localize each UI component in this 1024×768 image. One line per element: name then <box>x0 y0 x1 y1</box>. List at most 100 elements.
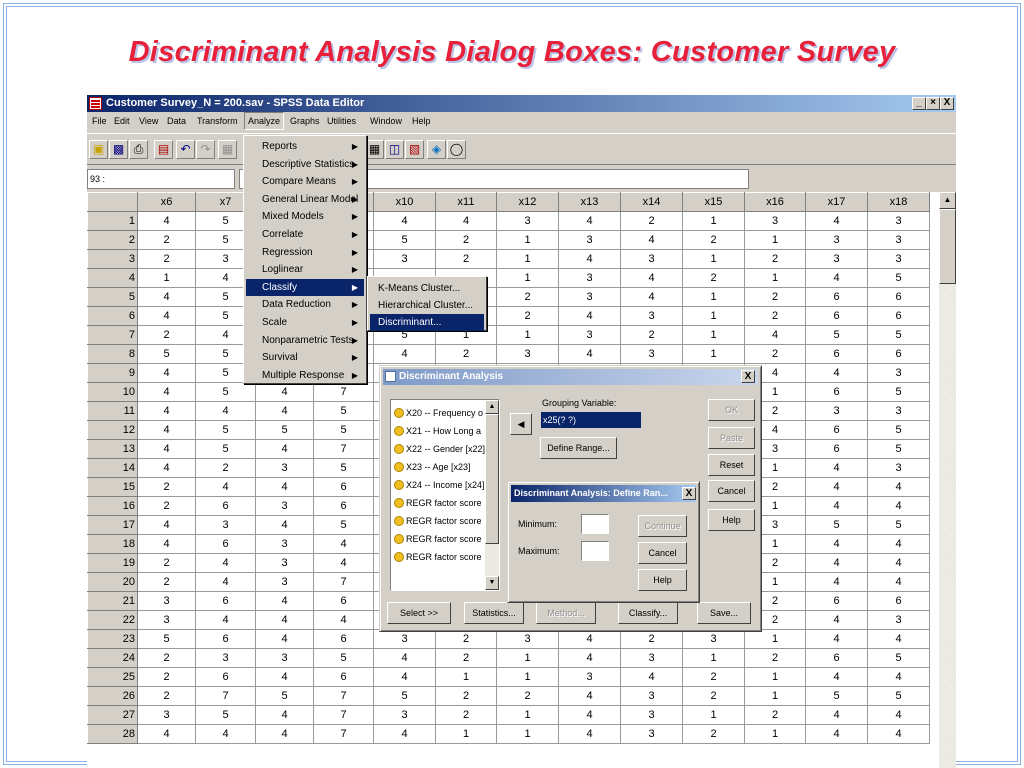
data-cell[interactable]: 4 <box>373 648 436 668</box>
data-cell[interactable]: 3 <box>620 344 683 364</box>
help-button[interactable]: Help <box>708 509 755 531</box>
data-cell[interactable]: 4 <box>373 211 436 231</box>
row-header[interactable]: 12 <box>87 420 138 440</box>
data-cell[interactable]: 4 <box>373 724 436 744</box>
column-header[interactable]: x14 <box>620 192 683 212</box>
window-titlebar[interactable]: Customer Survey_N = 200.sav - SPSS Data … <box>87 95 956 112</box>
data-cell[interactable]: 4 <box>137 401 196 421</box>
data-cell[interactable]: 2 <box>496 287 559 307</box>
data-cell[interactable]: 4 <box>313 553 374 573</box>
row-header[interactable]: 8 <box>87 344 138 364</box>
data-cell[interactable]: 7 <box>313 439 374 459</box>
data-cell[interactable]: 3 <box>867 249 930 269</box>
data-cell[interactable]: 4 <box>867 553 930 573</box>
data-cell[interactable]: 5 <box>313 458 374 478</box>
data-cell[interactable]: 4 <box>805 553 868 573</box>
row-header[interactable]: 7 <box>87 325 138 345</box>
data-cell[interactable]: 4 <box>137 420 196 440</box>
select-button[interactable]: Select >> <box>387 602 451 624</box>
row-header[interactable]: 16 <box>87 496 138 516</box>
data-cell[interactable]: 3 <box>744 211 806 231</box>
scrollbar-thumb[interactable] <box>939 209 956 284</box>
data-cell[interactable]: 6 <box>867 344 930 364</box>
data-cell[interactable]: 3 <box>255 496 314 516</box>
data-cell[interactable]: 2 <box>435 249 497 269</box>
data-cell[interactable]: 4 <box>558 648 621 668</box>
data-cell[interactable]: 1 <box>682 648 745 668</box>
data-cell[interactable]: 4 <box>558 724 621 744</box>
data-cell[interactable]: 3 <box>255 553 314 573</box>
data-cell[interactable]: 2 <box>137 553 196 573</box>
data-cell[interactable]: 5 <box>195 439 256 459</box>
ok-button[interactable]: OK <box>708 399 755 421</box>
data-cell[interactable]: 4 <box>558 629 621 649</box>
maximum-input[interactable] <box>581 541 609 561</box>
menu-item-scale[interactable]: Scale ▶ <box>246 314 364 332</box>
data-cell[interactable]: 1 <box>682 325 745 345</box>
column-header[interactable]: x15 <box>682 192 745 212</box>
data-cell[interactable]: 1 <box>137 268 196 288</box>
data-cell[interactable]: 4 <box>558 686 621 706</box>
data-cell[interactable]: 6 <box>313 496 374 516</box>
row-header[interactable]: 17 <box>87 515 138 535</box>
vertical-scrollbar[interactable]: ▲ <box>939 192 956 768</box>
menu-item-discriminant[interactable]: Discriminant... <box>370 314 484 331</box>
data-cell[interactable]: 4 <box>805 705 868 725</box>
data-cell[interactable]: 3 <box>867 401 930 421</box>
data-cell[interactable]: 1 <box>744 667 806 687</box>
menu-item-compare-means[interactable]: Compare Means ▶ <box>246 173 364 191</box>
data-cell[interactable]: 4 <box>867 572 930 592</box>
undo-icon[interactable]: ↶ <box>176 140 195 159</box>
row-header[interactable]: 26 <box>87 686 138 706</box>
data-cell[interactable]: 4 <box>620 268 683 288</box>
use-sets-icon[interactable]: ◯ <box>447 140 466 159</box>
data-cell[interactable]: 3 <box>255 458 314 478</box>
menu-view[interactable]: View <box>136 112 161 130</box>
data-cell[interactable]: 3 <box>137 705 196 725</box>
data-cell[interactable]: 3 <box>620 249 683 269</box>
row-header[interactable]: 13 <box>87 439 138 459</box>
variable-list-item[interactable]: REGR factor score <box>393 512 489 530</box>
data-cell[interactable]: 2 <box>620 211 683 231</box>
row-header[interactable]: 15 <box>87 477 138 497</box>
menu-item-descriptive-statistics[interactable]: Descriptive Statistics ▶ <box>246 156 364 174</box>
value-labels-icon[interactable]: ◈ <box>427 140 446 159</box>
row-header[interactable]: 27 <box>87 705 138 725</box>
data-cell[interactable]: 5 <box>867 686 930 706</box>
statistics-button[interactable]: Statistics... <box>464 602 524 624</box>
data-cell[interactable]: 6 <box>867 287 930 307</box>
data-cell[interactable]: 3 <box>255 572 314 592</box>
data-cell[interactable]: 5 <box>195 705 256 725</box>
data-cell[interactable]: 4 <box>373 667 436 687</box>
menu-file[interactable]: File <box>89 112 110 130</box>
data-cell[interactable]: 6 <box>805 420 868 440</box>
variable-list[interactable]: ▲ ▼ X20 -- Frequency o X21 -- How Long aX… <box>390 399 500 591</box>
data-cell[interactable]: 1 <box>682 287 745 307</box>
data-cell[interactable]: 3 <box>620 648 683 668</box>
menu-utilities[interactable]: Utilities <box>324 112 359 130</box>
data-cell[interactable]: 2 <box>682 686 745 706</box>
data-cell[interactable]: 4 <box>867 629 930 649</box>
data-cell[interactable]: 6 <box>313 477 374 497</box>
data-cell[interactable]: 5 <box>373 686 436 706</box>
data-cell[interactable]: 4 <box>558 249 621 269</box>
data-cell[interactable]: 4 <box>373 344 436 364</box>
data-cell[interactable]: 2 <box>496 306 559 326</box>
data-cell[interactable]: 4 <box>255 401 314 421</box>
data-cell[interactable]: 2 <box>137 496 196 516</box>
data-cell[interactable]: 2 <box>137 325 196 345</box>
data-cell[interactable]: 4 <box>867 477 930 497</box>
data-cell[interactable]: 3 <box>620 705 683 725</box>
scroll-up-arrow-icon[interactable]: ▲ <box>939 192 956 209</box>
data-cell[interactable]: 2 <box>744 249 806 269</box>
data-cell[interactable]: 1 <box>435 724 497 744</box>
cancel-button[interactable]: Cancel <box>708 480 755 502</box>
data-cell[interactable]: 4 <box>620 667 683 687</box>
data-cell[interactable]: 3 <box>558 287 621 307</box>
dialog-recall-icon[interactable]: ▤ <box>154 140 173 159</box>
data-cell[interactable]: 5 <box>313 515 374 535</box>
menu-item-survival[interactable]: Survival ▶ <box>246 349 364 367</box>
data-cell[interactable]: 3 <box>558 268 621 288</box>
data-cell[interactable]: 2 <box>682 230 745 250</box>
data-cell[interactable]: 3 <box>137 591 196 611</box>
